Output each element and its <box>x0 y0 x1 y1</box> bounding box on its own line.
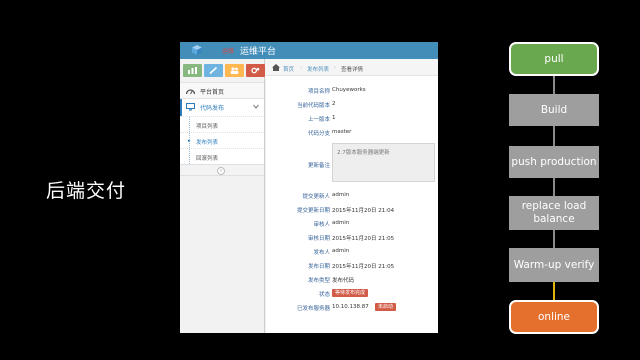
sidebar-item-home[interactable]: 平台首页 <box>180 82 264 98</box>
detail-value: 1 <box>332 115 336 121</box>
breadcrumb-releases-link[interactable]: 发布列表 <box>307 65 329 73</box>
sidebar-subitem-label: 回滚列表 <box>196 156 219 162</box>
detail-row-publish-date: 发布日期 2015年11月20日 21:05 <box>266 258 438 272</box>
detail-row-previous-version: 上一版本 1 <box>266 111 438 125</box>
update-notes-textarea[interactable]: 2.7版本服务器端更新 <box>332 143 435 182</box>
sidebar-item-label: 平台首页 <box>200 89 225 96</box>
detail-value: admin <box>332 192 350 198</box>
chart-shortcut-button[interactable] <box>183 64 202 77</box>
breadcrumb: 首页 › 发布列表 › 查看详情 <box>266 59 438 76</box>
main-content: 首页 › 发布列表 › 查看详情 项目名称 Chuyeworks 当前代码版本 … <box>266 59 438 333</box>
detail-value: master <box>332 129 352 135</box>
ops-platform-screenshot: 运维 运维平台 平台首页 代码发布 项目列表 ▸ 发布列表 回滚列表 « 首页 … <box>180 42 438 333</box>
slide-title: 后端交付 <box>46 180 127 202</box>
users-shortcut-button[interactable] <box>225 64 244 77</box>
detail-value: 10.10.138.87 <box>332 304 369 310</box>
detail-label: 提交更新日期 <box>296 208 330 214</box>
detail-label: 发布人 <box>313 250 330 256</box>
sidebar-subitem-releases[interactable]: ▸ 发布列表 <box>180 132 264 148</box>
detail-value: 2 <box>332 101 336 107</box>
sidebar-subitem-label: 发布列表 <box>196 140 219 146</box>
breadcrumb-separator: › <box>334 65 337 71</box>
detail-row-current-version: 当前代码版本 2 <box>266 97 438 111</box>
detail-value: admin <box>332 220 350 226</box>
detail-value: 发布代码 <box>332 278 355 284</box>
status-badge: 等待发布完成 <box>332 289 369 297</box>
detail-value: 2015年11月20日 21:05 <box>332 236 395 242</box>
detail-row-reviewer: 审核人 admin <box>266 216 438 230</box>
detail-value: 2015年11月20日 21:05 <box>332 264 395 270</box>
sidebar-subitem-rollbacks[interactable]: 回滚列表 <box>180 148 264 164</box>
flow-connector-final <box>553 282 555 300</box>
home-icon <box>272 64 280 71</box>
cogs-shortcut-button[interactable] <box>246 64 265 77</box>
flow-step-label: replace load balance <box>521 200 587 225</box>
detail-row-review-date: 审核日期 2015年11月20日 21:05 <box>266 230 438 244</box>
detail-row-submitter: 提交更新人 admin <box>266 188 438 202</box>
breadcrumb-current: 查看详情 <box>341 67 364 73</box>
detail-label: 发布日期 <box>307 264 330 270</box>
detail-value: admin <box>332 248 350 254</box>
pencil-shortcut-button[interactable] <box>204 64 223 77</box>
sidebar-subitem-label: 项目列表 <box>196 124 219 130</box>
flow-connector <box>553 230 555 248</box>
detail-row-publisher: 发布人 admin <box>266 244 438 258</box>
sidebar-item-deploy[interactable]: 代码发布 <box>180 98 264 117</box>
detail-label: 更新备注 <box>307 163 330 169</box>
sidebar-collapse-bar: « <box>180 164 264 176</box>
desktop-icon <box>186 103 195 111</box>
flow-step-pull: pull <box>509 42 599 76</box>
detail-label: 发布类型 <box>307 278 330 284</box>
sidebar-item-label: 代码发布 <box>200 105 225 112</box>
pencil-icon <box>209 67 218 74</box>
app-title[interactable]: 运维平台 <box>240 44 276 57</box>
breadcrumb-separator: › <box>300 65 303 71</box>
breadcrumb-home-link[interactable]: 首页 <box>283 65 294 73</box>
flow-connector <box>553 126 555 146</box>
detail-value: Chuyeworks <box>332 87 366 93</box>
detail-label: 已发布服务器 <box>296 306 330 312</box>
detail-row-publish-type: 发布类型 发布代码 <box>266 272 438 286</box>
server-status-badge: 未启动 <box>375 303 397 311</box>
detail-row-project: 项目名称 Chuyeworks <box>266 83 438 97</box>
detail-row-servers: 已发布服务器 10.10.138.87 未启动 <box>266 300 438 314</box>
detail-label: 代码分支 <box>307 131 330 137</box>
detail-label: 状态 <box>318 292 330 298</box>
flow-connector <box>553 178 555 196</box>
detail-row-submit-date: 提交更新日期 2015年11月20日 21:04 <box>266 202 438 216</box>
detail-label: 提交更新人 <box>302 194 330 200</box>
flow-step-push-production: push production <box>509 146 599 178</box>
app-header: 运维 运维平台 <box>180 42 438 59</box>
caret-right-icon: ▸ <box>188 138 191 144</box>
flow-step-warmup-verify: Warm-up verify <box>509 248 599 282</box>
cube-logo-icon <box>192 45 202 55</box>
chart-icon <box>188 67 197 74</box>
collapse-sidebar-button[interactable]: « <box>217 167 225 175</box>
flow-step-replace-load-balance: replace load balance <box>509 196 599 230</box>
sidebar-submenu: 项目列表 ▸ 发布列表 回滚列表 <box>180 116 264 164</box>
detail-label: 当前代码版本 <box>296 103 330 109</box>
detail-row-status: 状态 等待发布完成 <box>266 286 438 300</box>
users-icon <box>230 67 239 74</box>
dashboard-icon <box>186 89 195 95</box>
sidebar: 平台首页 代码发布 项目列表 ▸ 发布列表 回滚列表 « <box>180 59 265 333</box>
detail-value: 2015年11月20日 21:04 <box>332 208 395 214</box>
flow-connector <box>553 76 555 94</box>
detail-label: 项目名称 <box>307 89 330 95</box>
flow-step-online: online <box>509 300 599 334</box>
flow-step-build: Build <box>509 94 599 126</box>
detail-label: 审核日期 <box>307 236 330 242</box>
detail-row-branch: 代码分支 master <box>266 125 438 139</box>
active-indicator <box>180 99 182 117</box>
detail-label: 审核人 <box>313 222 330 228</box>
chevron-down-icon <box>253 104 259 109</box>
cogs-icon <box>251 67 260 74</box>
detail-label: 上一版本 <box>307 117 330 123</box>
sidebar-subitem-projects[interactable]: 项目列表 <box>180 116 264 132</box>
logo-text: 运维 <box>222 48 235 55</box>
